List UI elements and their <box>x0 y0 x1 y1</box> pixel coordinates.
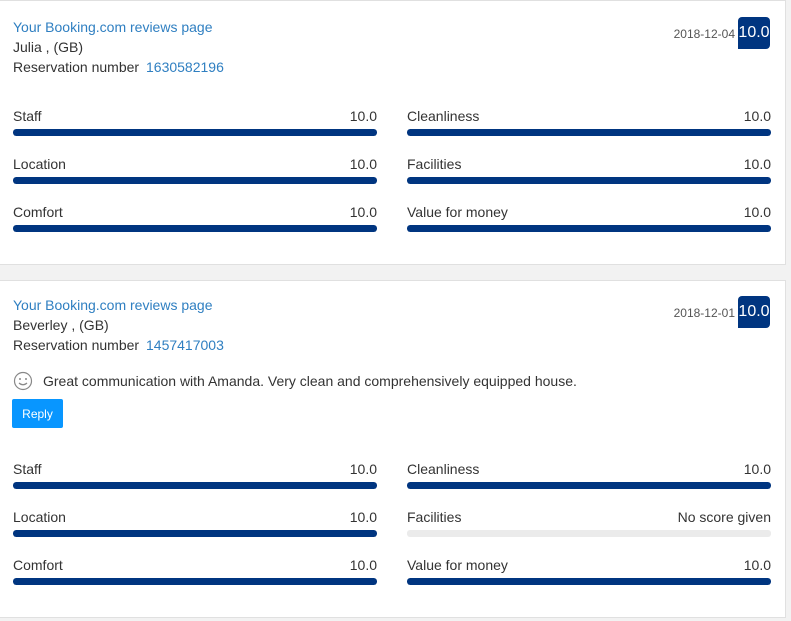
metric-value: 10.0 <box>349 204 377 220</box>
metric-bar-fill <box>407 129 771 136</box>
metric-label: Facilities <box>407 509 462 525</box>
reservation-number-link[interactable]: 1630582196 <box>146 59 224 75</box>
metric-bar-fill <box>13 482 377 489</box>
metric-value: No score given <box>677 509 771 525</box>
metric-value: 10.0 <box>743 557 771 573</box>
metric-bar-fill <box>407 177 771 184</box>
metric-bar <box>13 578 377 585</box>
metric-cleanliness: Cleanliness 10.0 <box>407 108 771 148</box>
metric-cleanliness: Cleanliness 10.0 <box>407 461 771 501</box>
metric-bar-fill <box>13 129 377 136</box>
reservation-number-link[interactable]: 1457417003 <box>146 337 224 353</box>
metric-label: Staff <box>13 461 42 477</box>
metric-value: 10.0 <box>349 156 377 172</box>
metric-bar-fill <box>13 530 377 537</box>
review-date: 2018-12-04 <box>673 27 735 41</box>
metric-value: 10.0 <box>349 557 377 573</box>
metric-bar-fill <box>407 578 771 585</box>
metric-value: 10.0 <box>743 108 771 124</box>
metric-bar <box>407 177 771 184</box>
metric-value: 10.0 <box>743 204 771 220</box>
review-card: Your Booking.com reviews page Beverley ,… <box>0 280 786 618</box>
metric-value: 10.0 <box>349 108 377 124</box>
metric-staff: Staff 10.0 <box>13 108 377 148</box>
metric-value-for-money: Value for money 10.0 <box>407 557 771 597</box>
reply-button[interactable]: Reply <box>12 399 63 428</box>
comment-text: Great communication with Amanda. Very cl… <box>43 373 577 389</box>
metric-label: Comfort <box>13 204 63 220</box>
metric-bar <box>407 482 771 489</box>
smiley-icon <box>13 371 33 391</box>
overall-score-badge: 10.0 <box>738 17 770 49</box>
metric-comfort: Comfort 10.0 <box>13 204 377 244</box>
metric-bar-fill <box>13 578 377 585</box>
guest-name: Julia , (GB) <box>13 39 84 55</box>
metric-label: Staff <box>13 108 42 124</box>
metric-label: Comfort <box>13 557 63 573</box>
metric-label: Cleanliness <box>407 461 480 477</box>
reviews-page-link[interactable]: Your Booking.com reviews page <box>13 297 213 313</box>
review-card: Your Booking.com reviews page Julia , (G… <box>0 0 786 265</box>
metric-value-for-money: Value for money 10.0 <box>407 204 771 244</box>
metric-label: Location <box>13 509 66 525</box>
metric-location: Location 10.0 <box>13 509 377 549</box>
metric-comfort: Comfort 10.0 <box>13 557 377 597</box>
metric-bar <box>13 129 377 136</box>
reviews-page-link[interactable]: Your Booking.com reviews page <box>13 19 213 35</box>
review-date: 2018-12-01 <box>673 306 735 320</box>
metric-bar-fill <box>13 177 377 184</box>
reservation-label: Reservation number <box>13 59 140 75</box>
review-comment: Great communication with Amanda. Very cl… <box>13 371 577 391</box>
metric-bar <box>13 530 377 537</box>
metric-label: Location <box>13 156 66 172</box>
metric-value: 10.0 <box>743 461 771 477</box>
metric-label: Value for money <box>407 204 508 220</box>
reservation-label: Reservation number <box>13 337 140 353</box>
metric-bar <box>13 482 377 489</box>
overall-score-badge: 10.0 <box>738 296 770 328</box>
metric-label: Cleanliness <box>407 108 480 124</box>
guest-name: Beverley , (GB) <box>13 317 109 333</box>
metric-facilities: Facilities 10.0 <box>407 156 771 196</box>
metric-staff: Staff 10.0 <box>13 461 377 501</box>
metric-value: 10.0 <box>349 461 377 477</box>
metric-bar <box>407 129 771 136</box>
metric-label: Facilities <box>407 156 462 172</box>
metric-bar <box>407 578 771 585</box>
metric-bar <box>407 530 771 537</box>
metric-bar <box>13 225 377 232</box>
metric-label: Value for money <box>407 557 508 573</box>
metric-value: 10.0 <box>349 509 377 525</box>
metric-bar <box>13 177 377 184</box>
metric-bar-fill <box>407 482 771 489</box>
metric-value: 10.0 <box>743 156 771 172</box>
metric-bar-fill <box>407 225 771 232</box>
metric-bar <box>407 225 771 232</box>
metric-bar-fill <box>13 225 377 232</box>
metric-facilities: Facilities No score given <box>407 509 771 549</box>
metric-location: Location 10.0 <box>13 156 377 196</box>
